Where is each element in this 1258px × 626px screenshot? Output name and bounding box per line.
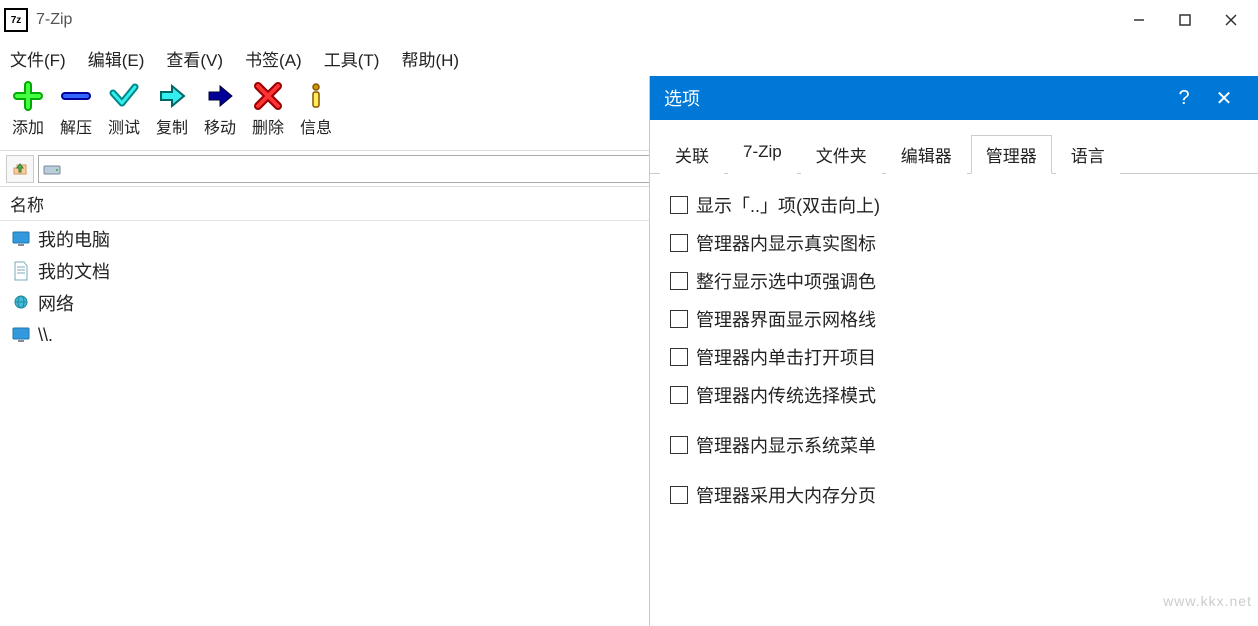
toolbar-move[interactable]: 移动 [200,80,240,138]
close-button[interactable] [1208,4,1254,36]
tab-assoc[interactable]: 关联 [660,135,724,174]
info-icon [300,80,332,112]
list-item[interactable]: 我的电脑 [0,223,649,255]
tab-7zip[interactable]: 7-Zip [728,135,797,174]
tab-editor[interactable]: 编辑器 [886,135,967,174]
toolbar-add-label: 添加 [12,114,44,138]
opt-label: 管理器内单击打开项目 [696,344,876,370]
tab-folder[interactable]: 文件夹 [801,135,882,174]
toolbar-add[interactable]: 添加 [8,80,48,138]
list-item[interactable]: 我的文档 [0,255,649,287]
opt-label: 管理器内显示系统菜单 [696,432,876,458]
opt-full-row[interactable]: 整行显示选中项强调色 [670,268,1238,294]
opt-system-menu[interactable]: 管理器内显示系统菜单 [670,432,1238,458]
menubar: 文件(F) 编辑(E) 查看(V) 书签(A) 工具(T) 帮助(H) [0,40,1258,76]
tab-manager[interactable]: 管理器 [971,135,1052,174]
up-folder-icon [11,160,29,178]
toolbar-extract-label: 解压 [60,114,92,138]
dialog-title: 选项 [664,85,1164,111]
menu-edit[interactable]: 编辑(E) [86,44,147,73]
checkbox-icon [670,348,688,366]
document-icon [10,261,32,281]
tab-manager-content: 显示「..」项(双击向上) 管理器内显示真实图标 整行显示选中项强调色 管理器界… [650,174,1258,538]
list-item-label: 我的文档 [38,258,110,284]
list-item-label: \\. [38,325,53,346]
column-header-name[interactable]: 名称 [0,187,649,221]
plus-icon [12,80,44,112]
opt-large-pages[interactable]: 管理器采用大内存分页 [670,482,1238,508]
file-panel: 名称 我的电脑 我的文档 网络 \\. [0,186,649,613]
file-list: 我的电脑 我的文档 网络 \\. [0,221,649,353]
toolbar-copy-label: 复制 [156,114,188,138]
opt-label: 管理器采用大内存分页 [696,482,876,508]
minus-icon [60,80,92,112]
toolbar-info[interactable]: 信息 [296,80,336,138]
dialog-body: 关联 7-Zip 文件夹 编辑器 管理器 语言 显示「..」项(双击向上) 管理… [650,120,1258,538]
toolbar-test-label: 测试 [108,114,140,138]
menu-bookmarks[interactable]: 书签(A) [243,44,304,73]
opt-real-icons[interactable]: 管理器内显示真实图标 [670,230,1238,256]
checkbox-icon [670,386,688,404]
list-item-label: 我的电脑 [38,226,110,252]
opt-label: 管理器内显示真实图标 [696,230,876,256]
opt-label: 整行显示选中项强调色 [696,268,876,294]
checkbox-icon [670,436,688,454]
opt-label: 管理器界面显示网格线 [696,306,876,332]
check-icon [108,80,140,112]
dialog-titlebar: 选项 ? ✕ [650,76,1258,120]
checkbox-icon [670,196,688,214]
toolbar-delete-label: 删除 [252,114,284,138]
opt-classic-select[interactable]: 管理器内传统选择模式 [670,382,1238,408]
opt-label: 显示「..」项(双击向上) [696,192,880,218]
options-dialog: 选项 ? ✕ 关联 7-Zip 文件夹 编辑器 管理器 语言 显示「..」项(双… [649,76,1258,626]
arrow-right-outline-icon [156,80,188,112]
checkbox-icon [670,272,688,290]
menu-file[interactable]: 文件(F) [8,44,68,73]
toolbar-extract[interactable]: 解压 [56,80,96,138]
maximize-button[interactable] [1162,4,1208,36]
monitor-icon [10,325,32,345]
minimize-button[interactable] [1116,4,1162,36]
checkbox-icon [670,486,688,504]
toolbar-info-label: 信息 [300,114,332,138]
network-icon [10,293,32,313]
up-button[interactable] [6,155,34,183]
tab-language[interactable]: 语言 [1056,135,1120,174]
dialog-close-button[interactable]: ✕ [1204,86,1244,111]
toolbar-copy[interactable]: 复制 [152,80,192,138]
app-title: 7-Zip [36,11,72,29]
checkbox-icon [670,234,688,252]
x-icon [252,80,284,112]
list-item[interactable]: 网络 [0,287,649,319]
menu-tools[interactable]: 工具(T) [322,44,382,73]
opt-show-dotdot[interactable]: 显示「..」项(双击向上) [670,192,1238,218]
checkbox-icon [670,310,688,328]
menu-view[interactable]: 查看(V) [164,44,225,73]
monitor-icon [10,229,32,249]
toolbar-delete[interactable]: 删除 [248,80,288,138]
dialog-help-button[interactable]: ? [1164,87,1204,110]
opt-gridlines[interactable]: 管理器界面显示网格线 [670,306,1238,332]
drive-icon [43,162,61,176]
opt-single-click[interactable]: 管理器内单击打开项目 [670,344,1238,370]
main-area: 名称 我的电脑 我的文档 网络 \\. 选项 ? ✕ [0,186,1258,613]
toolbar-move-label: 移动 [204,114,236,138]
toolbar-test[interactable]: 测试 [104,80,144,138]
arrow-right-solid-icon [204,80,236,112]
list-item-label: 网络 [38,290,74,316]
app-icon: 7z [4,8,28,32]
opt-label: 管理器内传统选择模式 [696,382,876,408]
dialog-tabs: 关联 7-Zip 文件夹 编辑器 管理器 语言 [650,120,1258,174]
titlebar: 7z 7-Zip [0,0,1258,40]
list-item[interactable]: \\. [0,319,649,351]
menu-help[interactable]: 帮助(H) [399,44,461,73]
